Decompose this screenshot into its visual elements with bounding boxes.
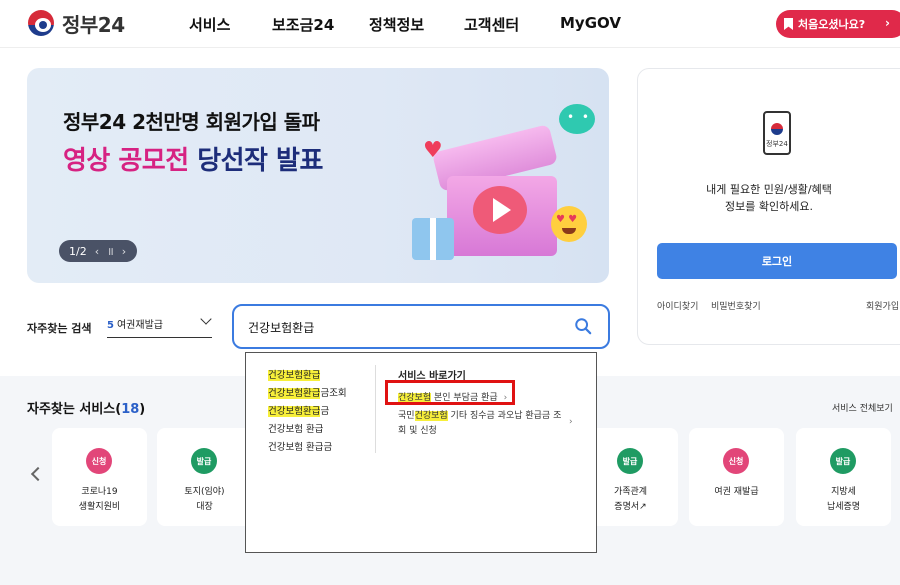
first-visit-label: 처음오셨나요? xyxy=(798,18,866,31)
issue-badge: 발급 xyxy=(830,448,856,474)
suggestion-item[interactable]: 건강보험환급금 xyxy=(268,403,329,417)
services-title-text: 자주찾는 서비스( xyxy=(27,402,122,417)
nav-mygov[interactable]: MyGOV xyxy=(560,14,621,32)
service-name: 여권 재발급 xyxy=(689,485,784,500)
heart-icon: ♥ xyxy=(423,138,443,163)
dropdown-divider xyxy=(375,365,376,453)
pager-pause-icon[interactable]: ॥ xyxy=(107,244,114,259)
autocomplete-dropdown: 건강보험환급 건강보험환급금조회 건강보험환급금 건강보험 환급 건강보험 환급… xyxy=(245,352,597,553)
service-name-line1: 여권 재발급 xyxy=(714,487,759,497)
banner-pager: 1/2 ‹ ॥ › xyxy=(59,240,137,262)
search-input[interactable] xyxy=(248,317,548,337)
service-name-line1: 지방세 xyxy=(831,487,856,497)
shortcut-line2: 회 및 신청 xyxy=(398,426,437,436)
issue-badge: 발급 xyxy=(191,448,217,474)
banner-headline: 정부24 2천만명 회원가입 돌파 xyxy=(63,110,320,134)
service-card[interactable]: 신청 코로나19 생활지원비 xyxy=(52,428,147,526)
service-name: 코로나19 생활지원비 xyxy=(52,485,147,515)
suggestion-rest: 금조회 xyxy=(320,388,347,399)
nav-services[interactable]: 서비스 xyxy=(189,14,230,35)
view-all-services-link[interactable]: 서비스 전체보기 xyxy=(832,401,893,414)
main-nav: 서비스 보조금24 정책정보 고객센터 MyGOV xyxy=(0,14,900,34)
frequent-services-title: 자주찾는 서비스(18) xyxy=(27,398,145,417)
service-card[interactable]: 발급 토지(임야) 대장 xyxy=(157,428,252,526)
suggestion-highlight: 건강보험환급 xyxy=(268,370,321,381)
pager-prev-icon[interactable]: ‹ xyxy=(95,245,99,258)
apply-badge: 신청 xyxy=(723,448,749,474)
phone-label: 정부24 xyxy=(766,140,788,148)
banner-subheadline-navy: 당선작 발표 xyxy=(197,146,323,176)
services-count: 18 xyxy=(121,402,140,417)
first-visit-button[interactable]: 처음오셨나요? › xyxy=(776,10,900,38)
frequent-search-rank: 5 xyxy=(107,320,114,331)
service-name-line2: 생활지원비 xyxy=(78,502,121,512)
signup-link[interactable]: 회원가입 xyxy=(866,299,899,312)
annotation-highlight-box xyxy=(385,380,515,405)
suggestion-item[interactable]: 건강보험 환급 xyxy=(268,421,323,435)
service-name: 지방세 납세증명 xyxy=(796,485,891,515)
chevron-down-icon xyxy=(200,313,212,325)
chat-bubble-icon xyxy=(559,104,595,134)
login-button[interactable]: 로그인 xyxy=(657,243,897,279)
service-name-line1: 가족관계 xyxy=(613,487,648,497)
small-gift-illustration xyxy=(412,218,454,260)
frequent-search-value: 여권재발급 xyxy=(116,320,163,331)
search-icon[interactable] xyxy=(574,317,592,335)
suggestion-rest: 금 xyxy=(320,406,330,417)
frequent-search-select[interactable]: 5 여권재발급 xyxy=(107,313,212,338)
service-card[interactable]: 신청 여권 재발급 xyxy=(689,428,784,526)
chevron-left-icon[interactable] xyxy=(30,466,46,482)
issue-badge: 발급 xyxy=(617,448,643,474)
suggestion-highlight: 건강보험환급 xyxy=(268,388,321,399)
apply-badge: 신청 xyxy=(86,448,112,474)
service-card[interactable]: 발급 지방세 납세증명 xyxy=(796,428,891,526)
service-shortcut-item[interactable]: 국민건강보험 기타 징수금 과오납 환급금 조 회 및 신청 xyxy=(398,409,561,439)
chevron-right-icon: › xyxy=(885,16,890,30)
mobile-phone-icon: 정부24 xyxy=(763,111,791,155)
find-id-link[interactable]: 아이디찾기 xyxy=(657,299,698,312)
login-desc-line1: 내게 필요한 민원/생활/혜택 xyxy=(706,183,832,196)
service-name: 가족관계 증명서↗ xyxy=(583,485,678,515)
promo-banner[interactable]: 정부24 2천만명 회원가입 돌파 영상 공모전 당선작 발표 ♥ 1/2 ‹ … xyxy=(27,68,609,283)
top-header: 정부24 서비스 보조금24 정책정보 고객센터 MyGOV 처음오셨나요? › xyxy=(0,0,900,48)
service-name-line2: 증명서↗ xyxy=(614,502,647,512)
search-box xyxy=(232,304,610,349)
nav-subsidy24[interactable]: 보조금24 xyxy=(272,14,334,35)
banner-subheadline: 영상 공모전 당선작 발표 xyxy=(63,140,323,177)
nav-policy-info[interactable]: 정책정보 xyxy=(369,14,424,35)
frequent-search-label: 자주찾는 검색 xyxy=(27,322,92,335)
shortcut-highlight: 건강보험 xyxy=(414,411,448,421)
suggestion-rest: 건강보험 환급 xyxy=(268,424,324,435)
suggestion-item[interactable]: 건강보험환급 xyxy=(268,367,321,381)
suggestion-item[interactable]: 건강보험 환급금 xyxy=(268,439,332,453)
pager-count: 1/2 xyxy=(69,244,87,258)
shortcut-rest: 기타 징수금 과오납 환급금 조 xyxy=(447,411,562,421)
banner-subheadline-pink: 영상 공모전 xyxy=(63,146,189,176)
find-password-link[interactable]: 비밀번호찾기 xyxy=(711,299,761,312)
bookmark-icon xyxy=(784,18,793,30)
suggestion-rest: 건강보험 환급금 xyxy=(268,442,333,453)
service-name-line2: 납세증명 xyxy=(826,502,861,512)
play-icon xyxy=(493,198,511,222)
heart-eyes-emoji-icon xyxy=(551,206,587,242)
service-name-line1: 토지(임야) xyxy=(184,487,225,497)
login-description: 내게 필요한 민원/생활/혜택 정보를 확인하세요. xyxy=(638,181,900,215)
service-card[interactable]: 발급 가족관계 증명서↗ xyxy=(583,428,678,526)
services-title-end: ) xyxy=(139,402,146,417)
service-name: 토지(임야) 대장 xyxy=(157,485,252,515)
chevron-right-icon: › xyxy=(569,417,573,427)
pager-next-icon[interactable]: › xyxy=(122,245,126,258)
nav-customer-center[interactable]: 고객센터 xyxy=(464,14,519,35)
login-card: 정부24 내게 필요한 민원/생활/혜택 정보를 확인하세요. 로그인 아이디찾… xyxy=(637,68,900,345)
service-name-line1: 코로나19 xyxy=(81,487,118,497)
suggestion-item[interactable]: 건강보험환급금조회 xyxy=(268,385,347,399)
service-name-line2: 대장 xyxy=(196,502,213,512)
shortcut-pre: 국민 xyxy=(398,411,415,421)
login-desc-line2: 정보를 확인하세요. xyxy=(725,200,813,213)
suggestion-highlight: 건강보험환급 xyxy=(268,406,321,417)
